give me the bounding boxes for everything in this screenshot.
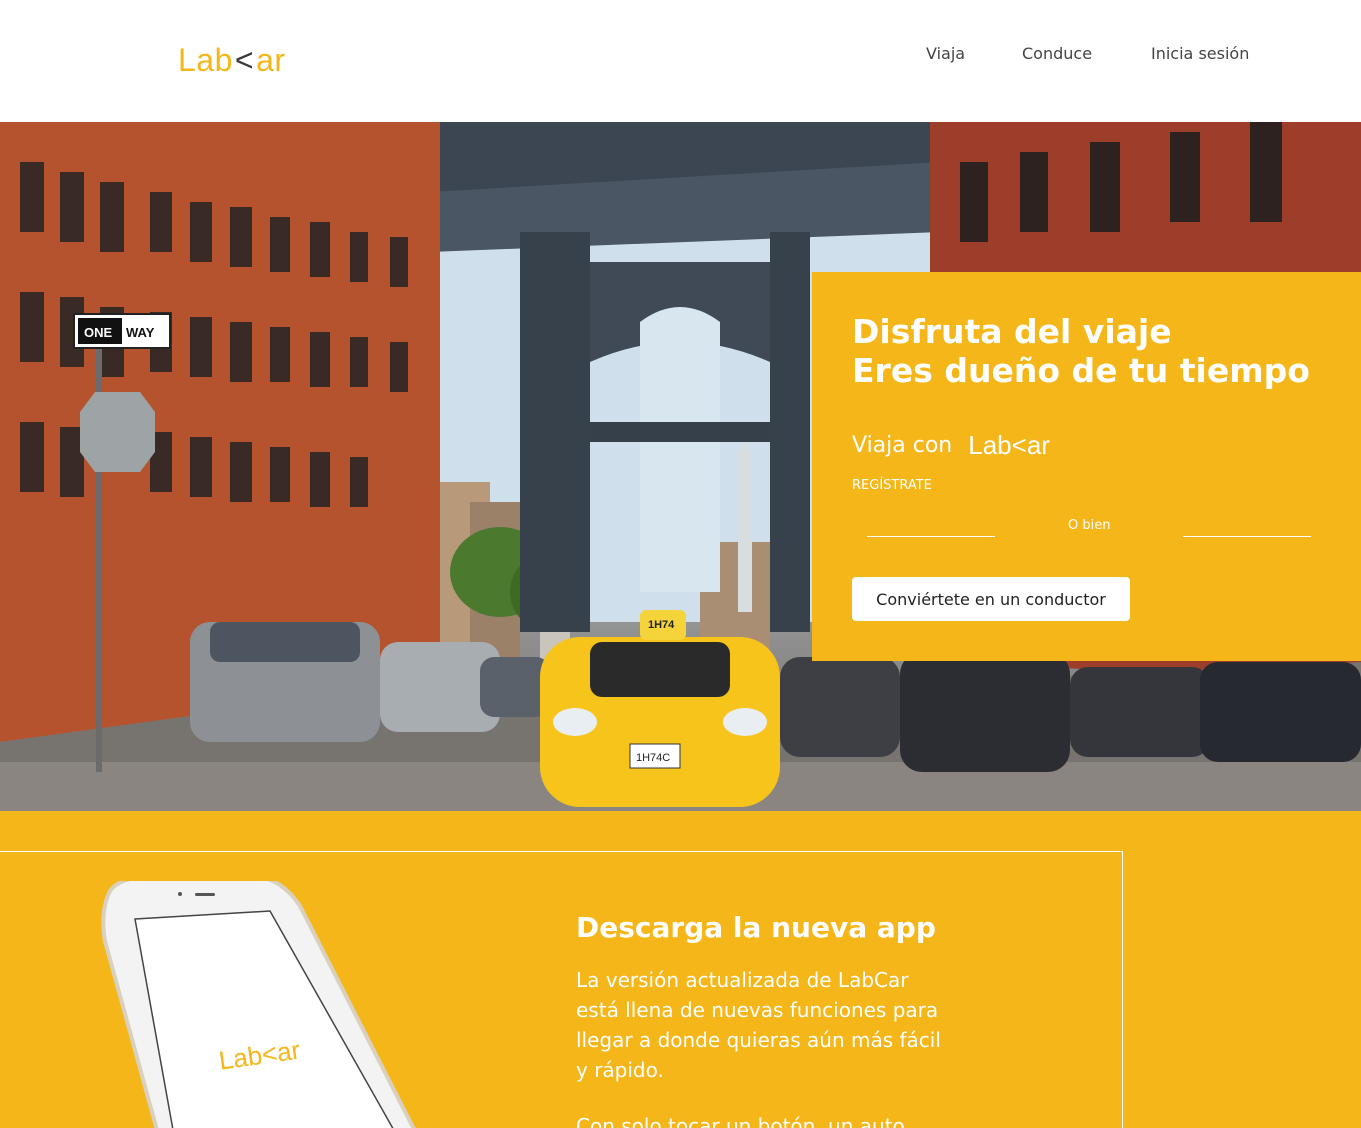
taxi-plate: 1H74C xyxy=(636,752,670,764)
register-link[interactable]: REGÍSTRATE xyxy=(852,478,932,493)
phone-mockup: Lab<ar xyxy=(101,881,416,1128)
hero-section: ONE WAY 1H74 1H74C Disfruta del viaje Er… xyxy=(0,122,1361,811)
app-section-description: La versión actualizada de LabCar está ll… xyxy=(576,968,941,1082)
site-header: Lab < ar Viaja Conduce Inicia sesión xyxy=(0,0,1361,122)
hero-headline: Disfruta del viaje Eres dueño de tu tiem… xyxy=(852,312,1352,390)
labcar-mini-logo: Lab<ar xyxy=(968,430,1050,460)
logo-text-right: ar xyxy=(256,41,286,78)
nav-link-conduce[interactable]: Conduce xyxy=(1022,44,1092,63)
sign-one-way-left: ONE xyxy=(84,325,113,340)
sign-one-way-right: WAY xyxy=(126,325,155,340)
hero-title-line1: Disfruta del viaje xyxy=(852,312,1172,351)
viaja-con-label: Viaja con xyxy=(852,433,953,458)
cta-panel: Disfruta del viaje Eres dueño de tu tiem… xyxy=(812,272,1361,661)
app-download-section: Lab<ar Descarga la nueva app La versión … xyxy=(0,811,1361,1128)
taxi-roof-number: 1H74 xyxy=(648,619,675,631)
nav-link-inicia-sesion[interactable]: Inicia sesión xyxy=(1151,44,1249,63)
divider-right xyxy=(1183,536,1311,537)
or-separator: O bien xyxy=(1068,518,1111,533)
nav-link-viaja[interactable]: Viaja xyxy=(926,44,965,63)
become-driver-button[interactable]: Conviértete en un conductor xyxy=(852,577,1130,621)
logo-text-left: Lab xyxy=(178,41,233,78)
hero-title-line2: Eres dueño de tu tiempo xyxy=(852,351,1310,390)
app-section-description-2: Con solo tocar un botón, un auto xyxy=(576,1114,905,1128)
app-section-title: Descarga la nueva app xyxy=(576,911,936,944)
logo-chevron: < xyxy=(234,41,255,78)
labcar-logo[interactable]: Lab < ar xyxy=(178,40,286,80)
divider-left xyxy=(867,536,995,537)
viaja-con-row: Viaja con Lab<ar xyxy=(852,430,1050,461)
